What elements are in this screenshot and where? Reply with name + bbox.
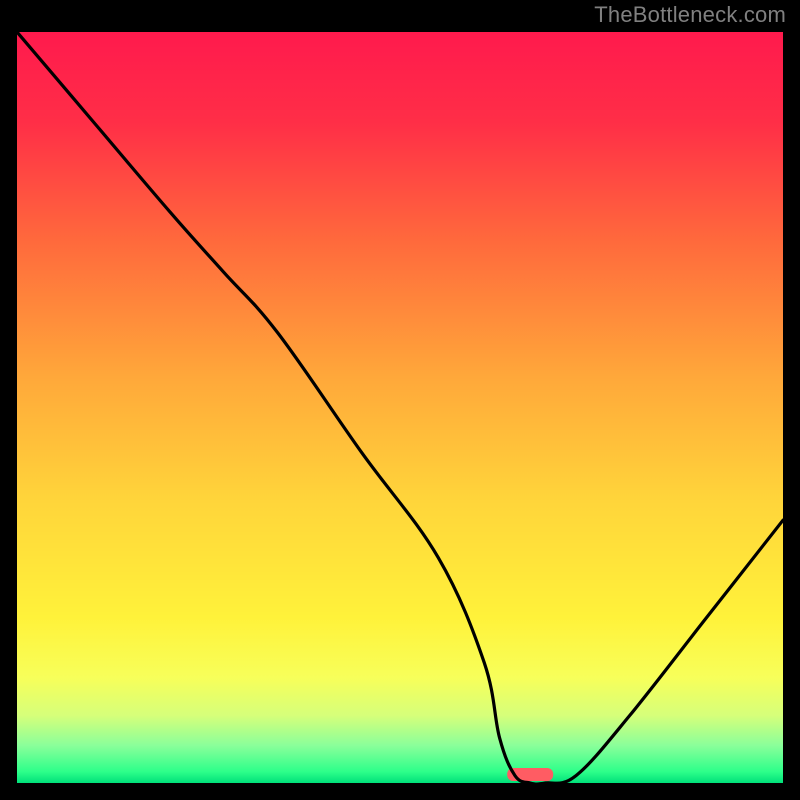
plot-area: [17, 32, 783, 783]
gradient-background: [17, 32, 783, 783]
chart-frame: TheBottleneck.com: [0, 0, 800, 800]
chart-svg: [17, 32, 783, 783]
watermark-text: TheBottleneck.com: [594, 2, 786, 28]
